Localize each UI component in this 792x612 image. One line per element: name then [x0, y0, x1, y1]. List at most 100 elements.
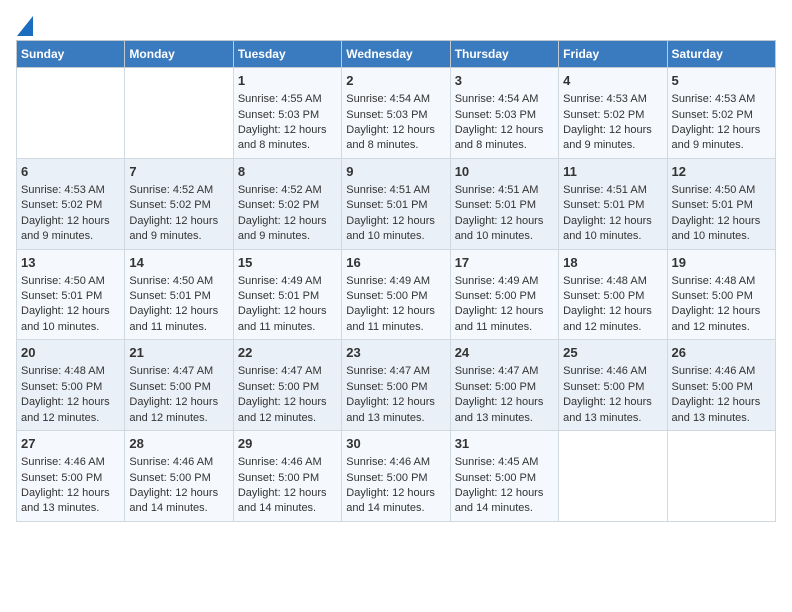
day-number: 28	[129, 435, 228, 453]
daylight-text: Daylight: 12 hours and 11 minutes.	[455, 305, 544, 332]
sunrise-text: Sunrise: 4:49 AM	[455, 275, 539, 287]
sunrise-text: Sunrise: 4:50 AM	[21, 275, 105, 287]
logo	[16, 16, 34, 32]
sunrise-text: Sunrise: 4:46 AM	[346, 456, 430, 468]
sunset-text: Sunset: 5:01 PM	[346, 199, 427, 211]
daylight-text: Daylight: 12 hours and 13 minutes.	[672, 396, 761, 423]
sunset-text: Sunset: 5:00 PM	[672, 290, 753, 302]
sunrise-text: Sunrise: 4:46 AM	[563, 365, 647, 377]
day-number: 20	[21, 344, 120, 362]
calendar-day-cell: 11Sunrise: 4:51 AMSunset: 5:01 PMDayligh…	[559, 158, 667, 249]
sunset-text: Sunset: 5:01 PM	[672, 199, 753, 211]
sunrise-text: Sunrise: 4:45 AM	[455, 456, 539, 468]
weekday-header-cell: Thursday	[450, 41, 558, 68]
sunrise-text: Sunrise: 4:52 AM	[129, 184, 213, 196]
calendar-day-cell: 8Sunrise: 4:52 AMSunset: 5:02 PMDaylight…	[233, 158, 341, 249]
calendar-day-cell: 26Sunrise: 4:46 AMSunset: 5:00 PMDayligh…	[667, 340, 775, 431]
calendar-week-row: 13 Sunrise: 4:50 AM Sunset: 5:01 PM Dayligh…	[17, 249, 776, 340]
sunset-text: Sunset: 5:02 PM	[238, 199, 319, 211]
weekday-header-cell: Monday	[125, 41, 233, 68]
sunrise-text: Sunrise: 4:51 AM	[563, 184, 647, 196]
sunrise-text: Sunrise: 4:48 AM	[563, 275, 647, 287]
daylight-text: Daylight: 12 hours and 11 minutes.	[238, 305, 327, 332]
day-number: 30	[346, 435, 445, 453]
sunset-text: Sunset: 5:03 PM	[238, 109, 319, 121]
day-number: 18	[563, 254, 662, 272]
sunrise-text: Sunrise: 4:46 AM	[672, 365, 756, 377]
calendar-day-cell: 27Sunrise: 4:46 AMSunset: 5:00 PMDayligh…	[17, 431, 125, 522]
calendar-day-cell: 17Sunrise: 4:49 AMSunset: 5:00 PMDayligh…	[450, 249, 558, 340]
daylight-text: Daylight: 12 hours and 12 minutes.	[563, 305, 652, 332]
sunset-text: Sunset: 5:03 PM	[455, 109, 536, 121]
sunset-text: Sunset: 5:00 PM	[21, 381, 102, 393]
daylight-text: Daylight: 12 hours and 10 minutes.	[672, 215, 761, 242]
daylight-text: Daylight: 12 hours and 9 minutes.	[563, 124, 652, 151]
day-number: 13	[21, 254, 120, 272]
sunset-text: Sunset: 5:00 PM	[455, 472, 536, 484]
weekday-header-cell: Friday	[559, 41, 667, 68]
sunset-text: Sunset: 5:01 PM	[455, 199, 536, 211]
sunset-text: Sunset: 5:01 PM	[21, 290, 102, 302]
sunset-text: Sunset: 5:02 PM	[21, 199, 102, 211]
calendar-day-cell: 3Sunrise: 4:54 AMSunset: 5:03 PMDaylight…	[450, 68, 558, 159]
sunrise-text: Sunrise: 4:55 AM	[238, 93, 322, 105]
sunrise-text: Sunrise: 4:48 AM	[672, 275, 756, 287]
day-number: 12	[672, 163, 771, 181]
daylight-text: Daylight: 12 hours and 9 minutes.	[238, 215, 327, 242]
sunrise-text: Sunrise: 4:47 AM	[346, 365, 430, 377]
calendar-day-cell: 22Sunrise: 4:47 AMSunset: 5:00 PMDayligh…	[233, 340, 341, 431]
calendar-day-cell: 28Sunrise: 4:46 AMSunset: 5:00 PMDayligh…	[125, 431, 233, 522]
logo-triangle-icon	[17, 16, 33, 36]
calendar-week-row: 27 Sunrise: 4:46 AM Sunset: 5:00 PM Dayligh…	[17, 431, 776, 522]
sunset-text: Sunset: 5:01 PM	[129, 290, 210, 302]
day-number: 9	[346, 163, 445, 181]
day-number: 11	[563, 163, 662, 181]
day-number: 17	[455, 254, 554, 272]
daylight-text: Daylight: 12 hours and 12 minutes.	[21, 396, 110, 423]
calendar-day-cell: 14Sunrise: 4:50 AMSunset: 5:01 PMDayligh…	[125, 249, 233, 340]
daylight-text: Daylight: 12 hours and 11 minutes.	[346, 305, 435, 332]
sunrise-text: Sunrise: 4:46 AM	[238, 456, 322, 468]
sunset-text: Sunset: 5:00 PM	[346, 472, 427, 484]
calendar-day-cell	[17, 68, 125, 159]
daylight-text: Daylight: 12 hours and 14 minutes.	[238, 487, 327, 514]
sunset-text: Sunset: 5:00 PM	[129, 381, 210, 393]
calendar-day-cell: 16Sunrise: 4:49 AMSunset: 5:00 PMDayligh…	[342, 249, 450, 340]
calendar-day-cell: 31Sunrise: 4:45 AMSunset: 5:00 PMDayligh…	[450, 431, 558, 522]
calendar-day-cell: 12Sunrise: 4:50 AMSunset: 5:01 PMDayligh…	[667, 158, 775, 249]
sunrise-text: Sunrise: 4:49 AM	[238, 275, 322, 287]
calendar-day-cell: 10Sunrise: 4:51 AMSunset: 5:01 PMDayligh…	[450, 158, 558, 249]
calendar-day-cell: 19Sunrise: 4:48 AMSunset: 5:00 PMDayligh…	[667, 249, 775, 340]
sunrise-text: Sunrise: 4:48 AM	[21, 365, 105, 377]
sunrise-text: Sunrise: 4:52 AM	[238, 184, 322, 196]
calendar-day-cell: 5Sunrise: 4:53 AMSunset: 5:02 PMDaylight…	[667, 68, 775, 159]
day-number: 2	[346, 72, 445, 90]
daylight-text: Daylight: 12 hours and 9 minutes.	[21, 215, 110, 242]
daylight-text: Daylight: 12 hours and 14 minutes.	[346, 487, 435, 514]
daylight-text: Daylight: 12 hours and 12 minutes.	[238, 396, 327, 423]
calendar-week-row: 6Sunrise: 4:53 AMSunset: 5:02 PMDaylight…	[17, 158, 776, 249]
daylight-text: Daylight: 12 hours and 12 minutes.	[129, 396, 218, 423]
daylight-text: Daylight: 12 hours and 10 minutes.	[455, 215, 544, 242]
calendar-day-cell: 6Sunrise: 4:53 AMSunset: 5:02 PMDaylight…	[17, 158, 125, 249]
calendar-day-cell	[667, 431, 775, 522]
day-number: 27	[21, 435, 120, 453]
sunrise-text: Sunrise: 4:53 AM	[563, 93, 647, 105]
daylight-text: Daylight: 12 hours and 14 minutes.	[129, 487, 218, 514]
day-number: 1	[238, 72, 337, 90]
daylight-text: Daylight: 12 hours and 13 minutes.	[21, 487, 110, 514]
sunrise-text: Sunrise: 4:46 AM	[129, 456, 213, 468]
daylight-text: Daylight: 12 hours and 10 minutes.	[346, 215, 435, 242]
calendar-day-cell: 18 Sunrise: 4:48 AM Sunset: 5:00 PM Dayligh…	[559, 249, 667, 340]
calendar-day-cell: 4Sunrise: 4:53 AMSunset: 5:02 PMDaylight…	[559, 68, 667, 159]
day-number: 31	[455, 435, 554, 453]
calendar-day-cell: 21Sunrise: 4:47 AMSunset: 5:00 PMDayligh…	[125, 340, 233, 431]
weekday-header-cell: Sunday	[17, 41, 125, 68]
sunset-text: Sunset: 5:02 PM	[129, 199, 210, 211]
sunrise-text: Sunrise: 4:54 AM	[346, 93, 430, 105]
day-number: 23	[346, 344, 445, 362]
sunset-text: Sunset: 5:00 PM	[563, 290, 644, 302]
calendar-day-cell: 29Sunrise: 4:46 AMSunset: 5:00 PMDayligh…	[233, 431, 341, 522]
calendar-day-cell: 1Sunrise: 4:55 AMSunset: 5:03 PMDaylight…	[233, 68, 341, 159]
sunrise-text: Sunrise: 4:47 AM	[455, 365, 539, 377]
